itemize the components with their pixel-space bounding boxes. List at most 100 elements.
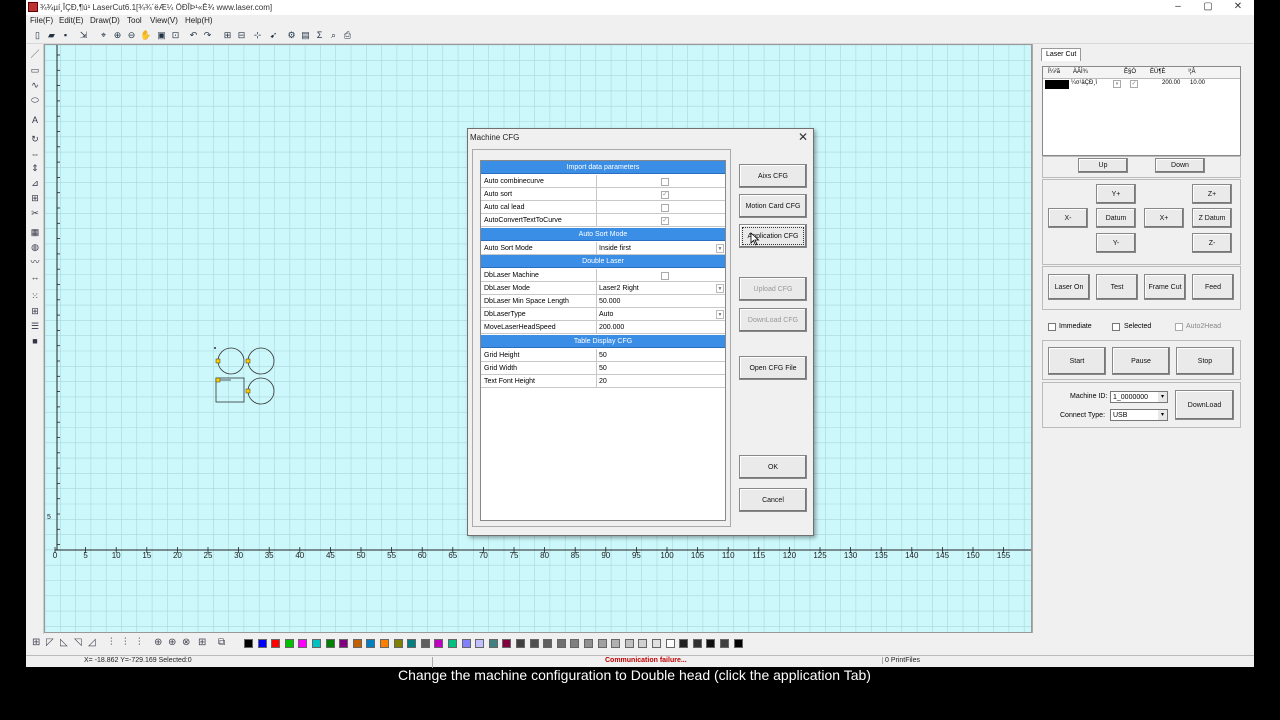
close-button[interactable]: ✕ (1226, 1, 1250, 13)
color-swatch[interactable] (366, 639, 376, 648)
color-swatch[interactable] (393, 639, 403, 648)
table-icon[interactable]: ☰ (29, 320, 41, 332)
z-minus-button[interactable]: Z- (1192, 233, 1232, 253)
group-icon[interactable]: ⊞ (222, 30, 233, 41)
black-block-icon[interactable]: ■ (29, 335, 41, 347)
datum-button[interactable]: Datum (1096, 208, 1136, 228)
menu-draw[interactable]: Draw(D) (90, 16, 120, 25)
color-swatch[interactable] (543, 639, 553, 648)
color-swatch[interactable] (475, 639, 485, 648)
row-db-min[interactable]: DbLaser Min Space Length 50.000 (481, 295, 725, 308)
color-swatch[interactable] (570, 639, 580, 648)
color-swatch[interactable] (244, 639, 253, 648)
upload-cfg-button[interactable]: Upload CFG (739, 277, 807, 301)
new-file-icon[interactable]: ▯ (32, 30, 43, 41)
color-swatch[interactable] (597, 639, 607, 648)
center-h-icon[interactable]: ⊕ (154, 637, 162, 648)
color-swatch[interactable] (461, 639, 471, 648)
color-swatch[interactable] (652, 639, 661, 648)
color-swatch[interactable] (380, 639, 389, 648)
z-datum-button[interactable]: Z Datum (1192, 208, 1232, 228)
chevron-down-icon[interactable]: ▼ (716, 244, 724, 253)
color-swatch[interactable] (312, 639, 321, 648)
import-icon[interactable]: ⇲ (78, 30, 89, 41)
color-swatch[interactable] (284, 639, 294, 648)
smooth-icon[interactable]: 〰 (29, 256, 41, 268)
color-swatch[interactable] (502, 639, 512, 648)
align-bottom-icon[interactable]: ⫶ (138, 637, 141, 648)
connect-type-select[interactable]: USB ▾ (1110, 409, 1168, 421)
cut-path-icon[interactable]: ➹ (268, 30, 279, 41)
color-swatch[interactable] (611, 639, 621, 648)
ok-button[interactable]: OK (739, 455, 807, 479)
menu-file[interactable]: File(F) (30, 16, 53, 25)
align-dr-icon[interactable]: ◿ (88, 637, 96, 648)
row-db-machine[interactable]: DbLaser Machine (481, 269, 725, 282)
spacing-icon[interactable]: ⊞ (198, 637, 206, 648)
chevron-down-icon[interactable]: ▼ (716, 310, 724, 319)
menu-view[interactable]: View(V) (150, 16, 178, 25)
checkbox[interactable]: ✓ (661, 191, 669, 199)
y-minus-button[interactable]: Y- (1096, 233, 1136, 253)
color-swatch[interactable] (271, 639, 281, 648)
layers-icon[interactable]: ⧉ (218, 637, 225, 648)
center-v-icon[interactable]: ⊕ (168, 637, 176, 648)
row-db-type[interactable]: DbLaserType Auto ▼ (481, 308, 725, 321)
row-grid-width[interactable]: Grid Width 50 (481, 362, 725, 375)
mirror-v-icon[interactable]: ⇕ (29, 162, 41, 174)
color-swatch[interactable] (298, 639, 308, 648)
auto2head-checkbox[interactable] (1175, 323, 1183, 331)
pause-button[interactable]: Pause (1112, 347, 1170, 375)
layer-mode-dropdown[interactable]: ▾ (1113, 80, 1121, 88)
open-folder-icon[interactable]: ▰ (46, 30, 57, 41)
maximize-button[interactable]: ▢ (1196, 1, 1220, 13)
color-swatch[interactable] (679, 639, 689, 648)
align-middle-icon[interactable]: ⫶ (124, 637, 127, 648)
offset-icon[interactable]: ◍ (29, 241, 41, 253)
up-button[interactable]: Up (1078, 158, 1128, 173)
align-top-icon[interactable]: ⫶ (110, 637, 113, 648)
line-tool-icon[interactable]: ／ (29, 48, 41, 60)
save-icon[interactable]: ▪ (60, 30, 71, 41)
stop-button[interactable]: Stop (1176, 347, 1234, 375)
find-icon[interactable]: ⌕ (328, 30, 339, 41)
zoom-in-icon[interactable]: ⊕ (112, 30, 123, 41)
minimize-button[interactable]: – (1166, 1, 1190, 13)
checkbox[interactable] (661, 272, 669, 280)
fill-icon[interactable]: ▦ (29, 226, 41, 238)
text-tool-icon[interactable]: A (29, 114, 41, 126)
node-edit-icon[interactable]: ⊹ (252, 30, 263, 41)
curve-tool-icon[interactable]: ∿ (29, 79, 41, 91)
color-swatch[interactable] (325, 639, 335, 648)
color-swatch[interactable] (529, 639, 539, 648)
menu-tool[interactable]: Tool (127, 16, 142, 25)
color-swatch[interactable] (692, 639, 702, 648)
x-minus-button[interactable]: X- (1048, 208, 1088, 228)
grid-small-icon[interactable]: ⊞ (29, 305, 41, 317)
x-plus-button[interactable]: X+ (1144, 208, 1184, 228)
mirror-h-icon[interactable]: ⇔ (29, 148, 41, 160)
row-auto-combine[interactable]: Auto combinecurve (481, 175, 725, 188)
rect-tool-icon[interactable]: ▭ (29, 64, 41, 76)
frame-cut-button[interactable]: Frame Cut (1144, 274, 1186, 300)
layer-output-checkbox[interactable]: ✓ (1130, 80, 1138, 88)
align-ul-icon[interactable]: ◸ (46, 637, 54, 648)
layer-row[interactable]: ¼¤¹âÇÐ¸î ▾ ✓ 200.00 10.00 (1043, 79, 1240, 90)
chevron-down-icon[interactable]: ▼ (716, 284, 724, 293)
color-swatch[interactable] (516, 639, 525, 648)
preview-icon[interactable]: ▤ (300, 30, 311, 41)
dialog-close-icon[interactable]: ✕ (798, 130, 808, 144)
zoom-out-icon[interactable]: ⊖ (126, 30, 137, 41)
row-move-speed[interactable]: MoveLaserHeadSpeed 200.000 (481, 321, 725, 334)
measure-icon[interactable]: ↔ (29, 271, 41, 283)
undo-icon[interactable]: ↶ (188, 30, 199, 41)
color-swatch[interactable] (556, 639, 566, 648)
ungroup-icon[interactable]: ⊟ (236, 30, 247, 41)
color-swatch[interactable] (488, 639, 498, 648)
color-swatch[interactable] (257, 639, 267, 648)
z-plus-button[interactable]: Z+ (1192, 184, 1232, 204)
start-button[interactable]: Start (1048, 347, 1106, 375)
download-button[interactable]: DownLoad (1175, 390, 1234, 420)
menu-edit[interactable]: Edit(E) (59, 16, 83, 25)
row-auto-convert[interactable]: AutoConvertTextToCurve ✓ (481, 214, 725, 227)
